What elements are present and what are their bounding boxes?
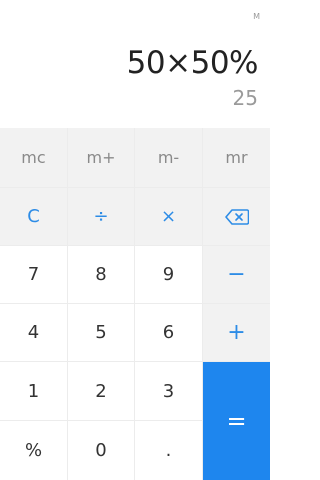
digit-3-button[interactable]: 3: [135, 362, 203, 421]
digit-2-button[interactable]: 2: [68, 362, 135, 421]
digit-5-button[interactable]: 5: [68, 304, 135, 362]
calculator-display: M 50×50% 25: [0, 0, 270, 128]
equals-button[interactable]: =: [203, 362, 270, 480]
multiply-button[interactable]: ×: [135, 188, 203, 246]
backspace-icon: [224, 208, 249, 225]
mr-button[interactable]: mr: [203, 128, 270, 188]
memory-indicator: M: [253, 12, 260, 21]
digit-8-button[interactable]: 8: [68, 246, 135, 304]
divide-button[interactable]: ÷: [68, 188, 135, 246]
digit-6-button[interactable]: 6: [135, 304, 203, 362]
digit-1-button[interactable]: 1: [0, 362, 68, 421]
m-minus-button[interactable]: m-: [135, 128, 203, 188]
backspace-button[interactable]: [203, 188, 270, 246]
keypad: mc m+ m- mr C ÷ × 7 8 9 − 4 5 6 + 1 2 3 …: [0, 128, 270, 480]
expression-text: 50×50%: [126, 45, 259, 81]
digit-9-button[interactable]: 9: [135, 246, 203, 304]
clear-button[interactable]: C: [0, 188, 68, 246]
digit-7-button[interactable]: 7: [0, 246, 68, 304]
result-preview: 25: [232, 86, 258, 110]
plus-button[interactable]: +: [203, 304, 270, 362]
decimal-button[interactable]: .: [135, 421, 203, 480]
minus-button[interactable]: −: [203, 246, 270, 304]
mc-button[interactable]: mc: [0, 128, 68, 188]
percent-button[interactable]: %: [0, 421, 68, 480]
digit-0-button[interactable]: 0: [68, 421, 135, 480]
m-plus-button[interactable]: m+: [68, 128, 135, 188]
digit-4-button[interactable]: 4: [0, 304, 68, 362]
